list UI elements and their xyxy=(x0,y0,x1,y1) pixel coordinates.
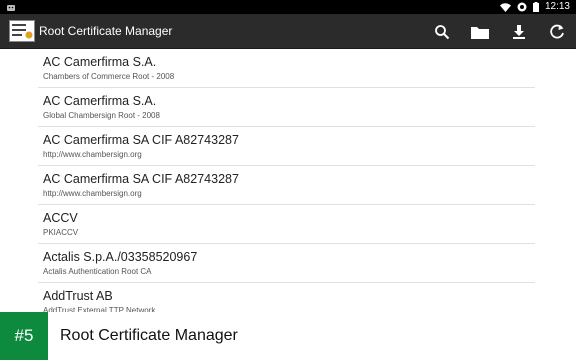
folder-icon xyxy=(471,26,489,39)
rank-badge: #5 xyxy=(0,312,48,360)
banner-title: Root Certificate Manager xyxy=(60,327,238,344)
list-item[interactable]: AC Camerfirma S.A. Chambers of Commerce … xyxy=(38,49,535,88)
download-button[interactable] xyxy=(503,14,535,49)
certificate-name: Actalis S.p.A./03358520967 xyxy=(43,250,198,264)
certificate-name: AC Camerfirma SA CIF A82743287 xyxy=(43,133,239,147)
android-icon xyxy=(7,5,15,11)
battery-icon xyxy=(532,2,539,12)
certificate-detail: http://www.chambersign.org xyxy=(43,150,142,159)
status-bar: 12:13 xyxy=(0,0,576,14)
action-bar: Root Certificate Manager xyxy=(0,14,576,49)
list-item[interactable]: ACCV PKIACCV xyxy=(38,205,535,244)
certificate-name: AddTrust AB xyxy=(43,289,113,303)
open-folder-button[interactable] xyxy=(464,14,496,49)
certificate-list: AC Camerfirma S.A. Chambers of Commerce … xyxy=(0,49,576,319)
certificate-detail: PKIACCV xyxy=(43,228,79,237)
app-logo-icon xyxy=(9,20,35,42)
list-item[interactable]: AC Camerfirma S.A. Global Chambersign Ro… xyxy=(38,88,535,127)
certificate-name: AC Camerfirma S.A. xyxy=(43,94,157,108)
download-icon xyxy=(513,24,525,39)
certificate-name: ACCV xyxy=(43,211,78,225)
certificate-name: AC Camerfirma SA CIF A82743287 xyxy=(43,172,239,186)
certificate-detail: http://www.chambersign.org xyxy=(43,189,142,198)
certificate-name: AC Camerfirma S.A. xyxy=(43,55,157,69)
refresh-icon xyxy=(550,24,564,38)
search-icon xyxy=(435,24,450,39)
list-item[interactable]: AC Camerfirma SA CIF A82743287 http://ww… xyxy=(38,127,535,166)
certificate-detail: Actalis Authentication Root CA xyxy=(43,267,152,276)
rank-banner: #5 Root Certificate Manager xyxy=(0,312,576,360)
list-item[interactable]: Actalis S.p.A./03358520967 Actalis Authe… xyxy=(38,244,535,283)
wifi-icon xyxy=(499,2,511,12)
refresh-button[interactable] xyxy=(541,14,573,49)
certificate-detail: Chambers of Commerce Root - 2008 xyxy=(43,72,175,81)
certificate-detail: Global Chambersign Root - 2008 xyxy=(43,111,160,120)
app-title: Root Certificate Manager xyxy=(39,24,173,38)
search-button[interactable] xyxy=(426,14,458,49)
sync-icon xyxy=(517,2,527,12)
list-item[interactable]: AC Camerfirma SA CIF A82743287 http://ww… xyxy=(38,166,535,205)
status-time: 12:13 xyxy=(544,1,570,12)
